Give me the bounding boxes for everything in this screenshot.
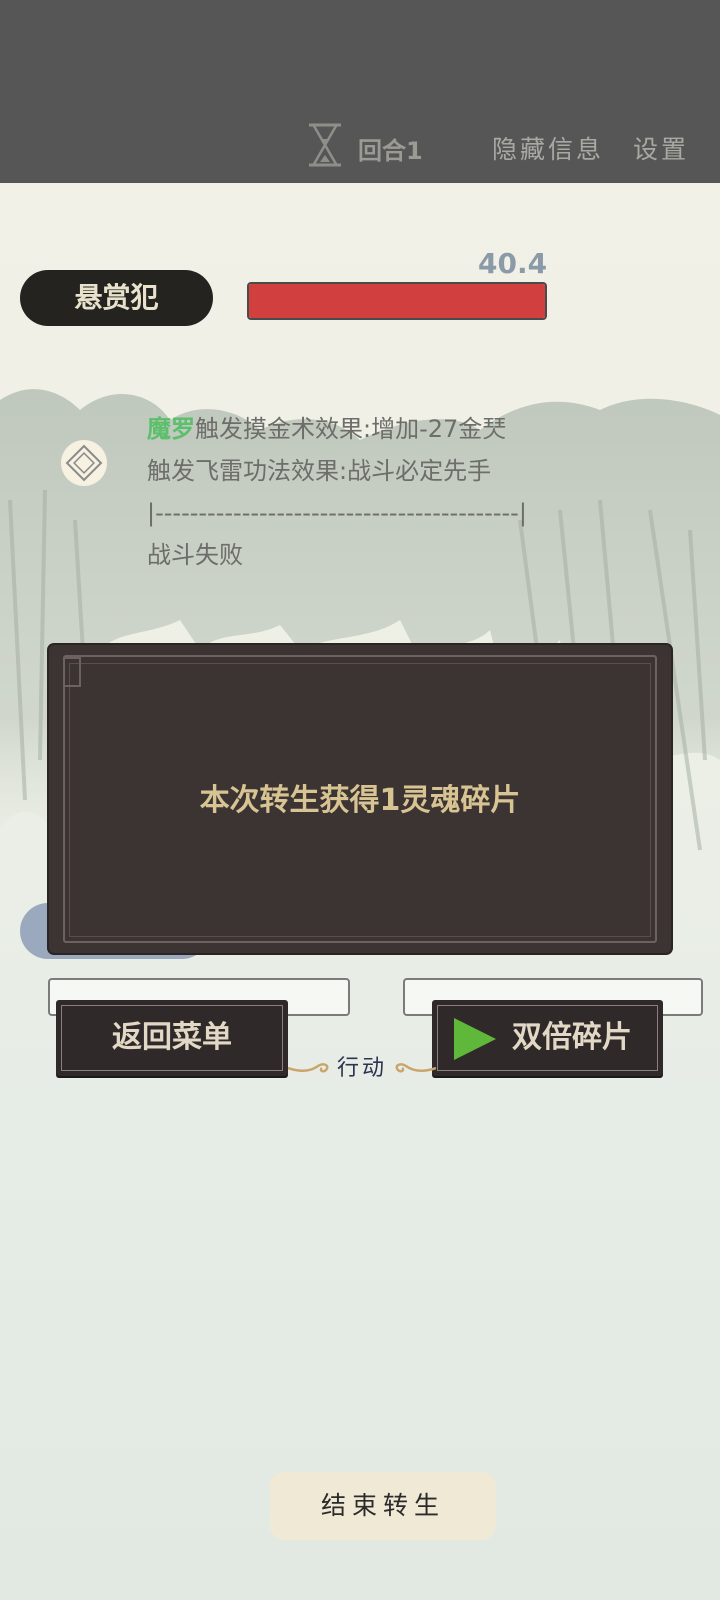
double-fragments-label: 双倍碎片 — [512, 1020, 632, 1055]
log-line: 触发飞雷功法效果:战斗必定先手 — [147, 457, 492, 485]
log-line: 魔罗触发摸金术效果:增加-27金珡 — [147, 408, 527, 450]
top-bar: 回合1 隐藏信息 设置 — [0, 0, 720, 183]
back-to-menu-label: 返回菜单 — [112, 1020, 232, 1055]
back-to-menu-button[interactable]: 返回菜单 — [56, 1000, 288, 1076]
dialog-message: 本次转生获得1灵魂碎片 — [199, 783, 521, 818]
log-character-name: 魔罗 — [147, 415, 195, 443]
log-text: 触发摸金术效果:增加-27金珡 — [195, 415, 507, 443]
round-counter: 回合1 — [358, 137, 423, 165]
settings-button[interactable]: 设置 — [633, 130, 689, 166]
end-reincarnation-button[interactable]: 结束转生 — [270, 1472, 496, 1540]
hourglass-icon — [309, 123, 341, 167]
enemy-hp-bar — [247, 282, 547, 320]
hide-info-button[interactable]: 隐藏信息 — [492, 130, 604, 166]
action-caption: 行动 — [288, 1048, 436, 1084]
enemy-hp-fill — [249, 284, 545, 318]
double-fragments-button[interactable]: 双倍碎片 — [432, 1000, 663, 1076]
battle-log: 魔罗触发摸金术效果:增加-27金珡 触发飞雷功法效果:战斗必定先手 |-----… — [147, 408, 527, 576]
play-ad-icon — [454, 1018, 496, 1060]
enemy-hp-value: 40.4 — [478, 247, 548, 280]
result-dialog: 本次转生获得1灵魂碎片 — [49, 645, 671, 953]
skill-diamond-icon — [61, 440, 107, 486]
dialog-corner-ornament — [63, 657, 81, 687]
action-label: 行动 — [336, 1056, 387, 1081]
enemy-name-badge: 悬赏犯 — [20, 270, 213, 326]
log-line: 战斗失败 — [147, 541, 243, 569]
log-separator: |---------------------------------------… — [147, 499, 527, 527]
